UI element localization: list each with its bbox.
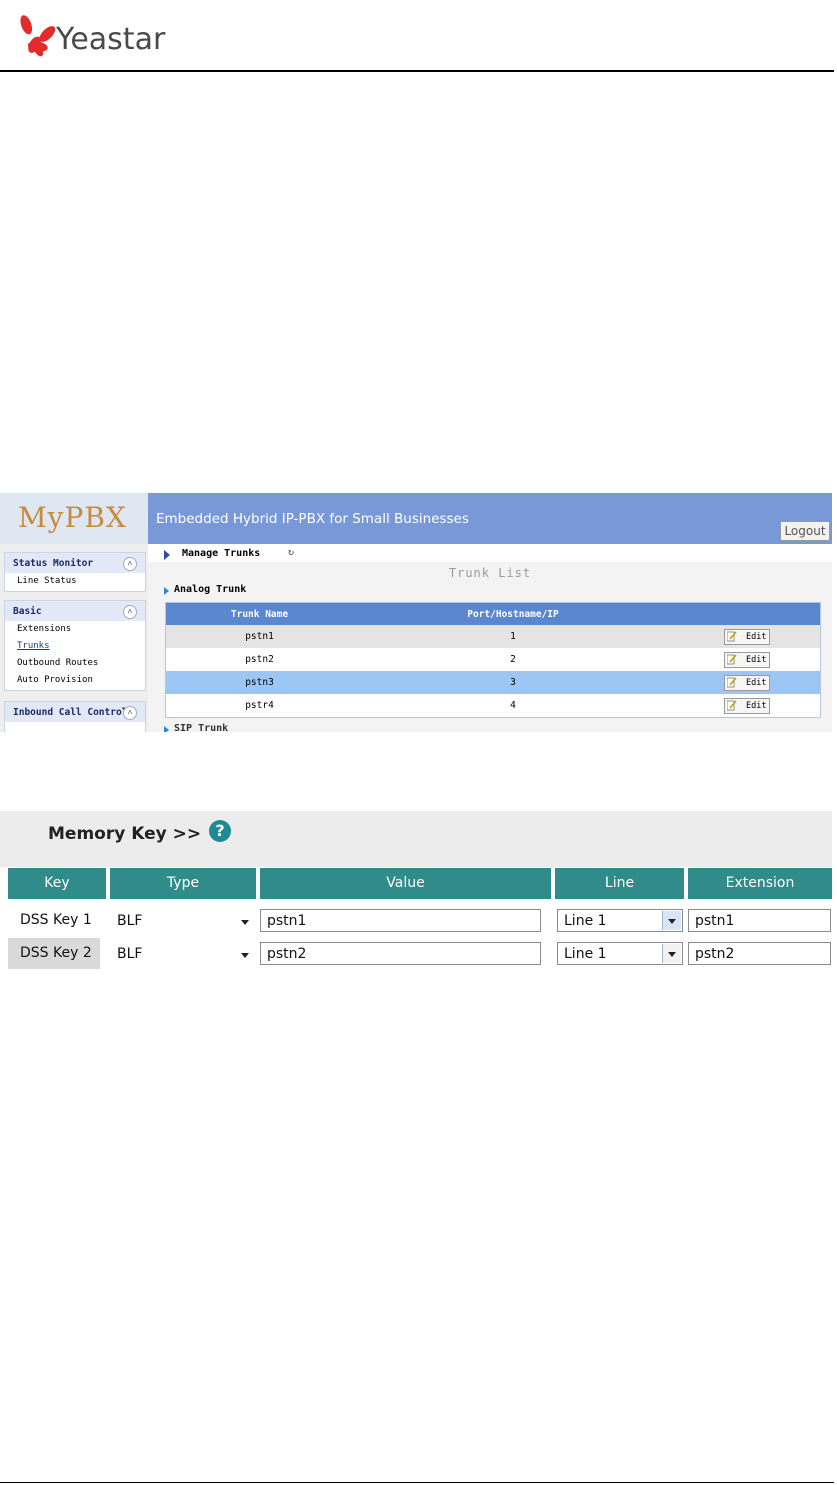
edit-button[interactable]: Edit	[723, 651, 770, 668]
chevron-down-icon	[668, 952, 676, 957]
type-select[interactable]: BLF	[110, 942, 256, 965]
column-header-line: Line	[555, 868, 684, 899]
edit-label: Edit	[746, 700, 767, 711]
chevron-down-icon	[241, 920, 249, 925]
collapse-icon[interactable]: ˄	[123, 557, 137, 571]
trunk-name-cell: pstn3	[165, 671, 353, 694]
trunk-panel: Trunk List Analog Trunk Trunk Name Port/…	[148, 562, 832, 732]
memory-key-title: Memory Key >>	[48, 824, 202, 844]
column-header	[673, 602, 821, 625]
trunk-name-cell: pstn2	[165, 648, 353, 671]
value-input[interactable]: pstn2	[260, 942, 541, 965]
action-cell: Edit	[673, 648, 821, 671]
sip-trunk-label[interactable]: SIP Trunk	[174, 723, 228, 732]
column-header-key: Key	[8, 868, 106, 899]
port-cell: 1	[353, 625, 673, 648]
breadcrumb: Manage Trunks	[182, 548, 261, 559]
trunk-list-title: Trunk List	[448, 566, 532, 580]
logout-button[interactable]: Logout	[780, 521, 830, 541]
sidebar-item-line-status[interactable]: Line Status	[5, 573, 145, 590]
action-cell: Edit	[673, 671, 821, 694]
analog-trunk-label[interactable]: Analog Trunk	[174, 584, 246, 595]
dropdown-button[interactable]	[662, 911, 681, 930]
collapse-icon[interactable]: ˄	[123, 706, 137, 720]
column-header-value: Value	[260, 868, 551, 899]
edit-label: Edit	[746, 631, 767, 642]
sidebar-group-header[interactable]: Inbound Call Control ˄	[5, 702, 145, 722]
edit-icon	[726, 699, 737, 710]
chevron-down-icon	[668, 919, 676, 924]
breadcrumb-arrow-icon	[164, 550, 170, 560]
edit-icon	[726, 676, 737, 687]
pbx-main-panel: Manage Trunks ↻ Trunk List Analog Trunk …	[148, 544, 832, 732]
expand-arrow-icon[interactable]	[164, 726, 169, 732]
help-icon[interactable]: ?	[209, 820, 231, 842]
sidebar-group-inbound-call-control: Inbound Call Control ˄	[4, 701, 146, 732]
memory-key-panel: Memory Key >> ? Key Type Value Line Exte…	[0, 811, 832, 974]
line-value: Line 1	[564, 913, 607, 929]
sidebar-item-outbound-routes[interactable]: Outbound Routes	[5, 655, 145, 672]
value-input[interactable]: pstn1	[260, 909, 541, 932]
chevron-down-icon	[241, 953, 249, 958]
header-divider	[0, 70, 834, 72]
column-header-extension: Extension	[688, 868, 832, 899]
dss-key-label: DSS Key 1	[0, 905, 108, 936]
sidebar-item-extensions[interactable]: Extensions	[5, 621, 145, 638]
line-select[interactable]: Line 1	[557, 909, 683, 932]
mypbx-screenshot: MyPBX Embedded Hybrid IP-PBX for Small B…	[0, 493, 832, 732]
edit-button[interactable]: Edit	[723, 674, 770, 691]
type-select[interactable]: BLF	[110, 909, 256, 932]
column-header-type: Type	[110, 868, 256, 899]
table-row[interactable]: pstr4 4 Edit	[165, 694, 821, 718]
action-cell: Edit	[673, 694, 821, 718]
port-cell: 2	[353, 648, 673, 671]
pbx-sidebar: Status Monitor ˄ Line Status Basic ˄ Ext…	[0, 544, 148, 732]
mypbx-logo-text: MyPBX	[18, 501, 127, 534]
edit-icon	[726, 653, 737, 664]
pbx-header: MyPBX Embedded Hybrid IP-PBX for Small B…	[0, 493, 832, 544]
sidebar-group-title: Status Monitor	[13, 558, 94, 569]
yeastar-wordmark: Yeastar	[56, 22, 166, 57]
edit-icon	[726, 630, 737, 641]
table-row[interactable]: pstn2 2 Edit	[165, 648, 821, 671]
mypbx-logo: MyPBX	[0, 493, 148, 544]
line-select[interactable]: Line 1	[557, 942, 683, 965]
sidebar-group-basic: Basic ˄ Extensions Trunks Outbound Route…	[4, 600, 146, 691]
trunk-name-cell: pstr4	[165, 694, 353, 718]
action-cell: Edit	[673, 625, 821, 648]
trunk-name-cell: pstn1	[165, 625, 353, 648]
column-header: Port/Hostname/IP	[353, 602, 673, 625]
sidebar-group-title: Basic	[13, 606, 42, 617]
sidebar-group-header[interactable]: Basic ˄	[5, 601, 145, 621]
extension-input[interactable]: pstn1	[688, 909, 831, 932]
document-header: Yeastar	[0, 0, 837, 72]
sidebar-group-title: Inbound Call Control	[13, 707, 128, 718]
footer-divider	[0, 1482, 834, 1483]
edit-label: Edit	[746, 677, 767, 688]
table-row[interactable]: pstn3 3 Edit	[165, 671, 821, 694]
banner-title: Embedded Hybrid IP-PBX for Small Busines…	[156, 511, 469, 527]
type-value: BLF	[117, 946, 143, 962]
edit-label: Edit	[746, 654, 767, 665]
dss-key-label: DSS Key 2	[8, 938, 100, 969]
expand-arrow-icon[interactable]	[164, 587, 169, 595]
sidebar-group-header[interactable]: Status Monitor ˄	[5, 553, 145, 573]
edit-button[interactable]: Edit	[723, 697, 770, 714]
column-header: Trunk Name	[165, 602, 353, 625]
collapse-icon[interactable]: ˄	[123, 605, 137, 619]
sidebar-item-trunks[interactable]: Trunks	[5, 638, 145, 655]
trunk-table: Trunk Name Port/Hostname/IP pstn1 1 Edit	[165, 602, 821, 718]
sidebar-group-status-monitor: Status Monitor ˄ Line Status	[4, 552, 146, 592]
sidebar-item-auto-provision[interactable]: Auto Provision	[5, 672, 145, 689]
dropdown-button[interactable]	[662, 944, 681, 963]
port-cell: 3	[353, 671, 673, 694]
type-value: BLF	[117, 913, 143, 929]
table-row[interactable]: pstn1 1 Edit	[165, 625, 821, 648]
pbx-banner: Embedded Hybrid IP-PBX for Small Busines…	[148, 493, 832, 544]
refresh-icon[interactable]: ↻	[288, 547, 294, 558]
line-value: Line 1	[564, 946, 607, 962]
extension-input[interactable]: pstn2	[688, 942, 831, 965]
edit-button[interactable]: Edit	[723, 628, 770, 645]
port-cell: 4	[353, 694, 673, 718]
